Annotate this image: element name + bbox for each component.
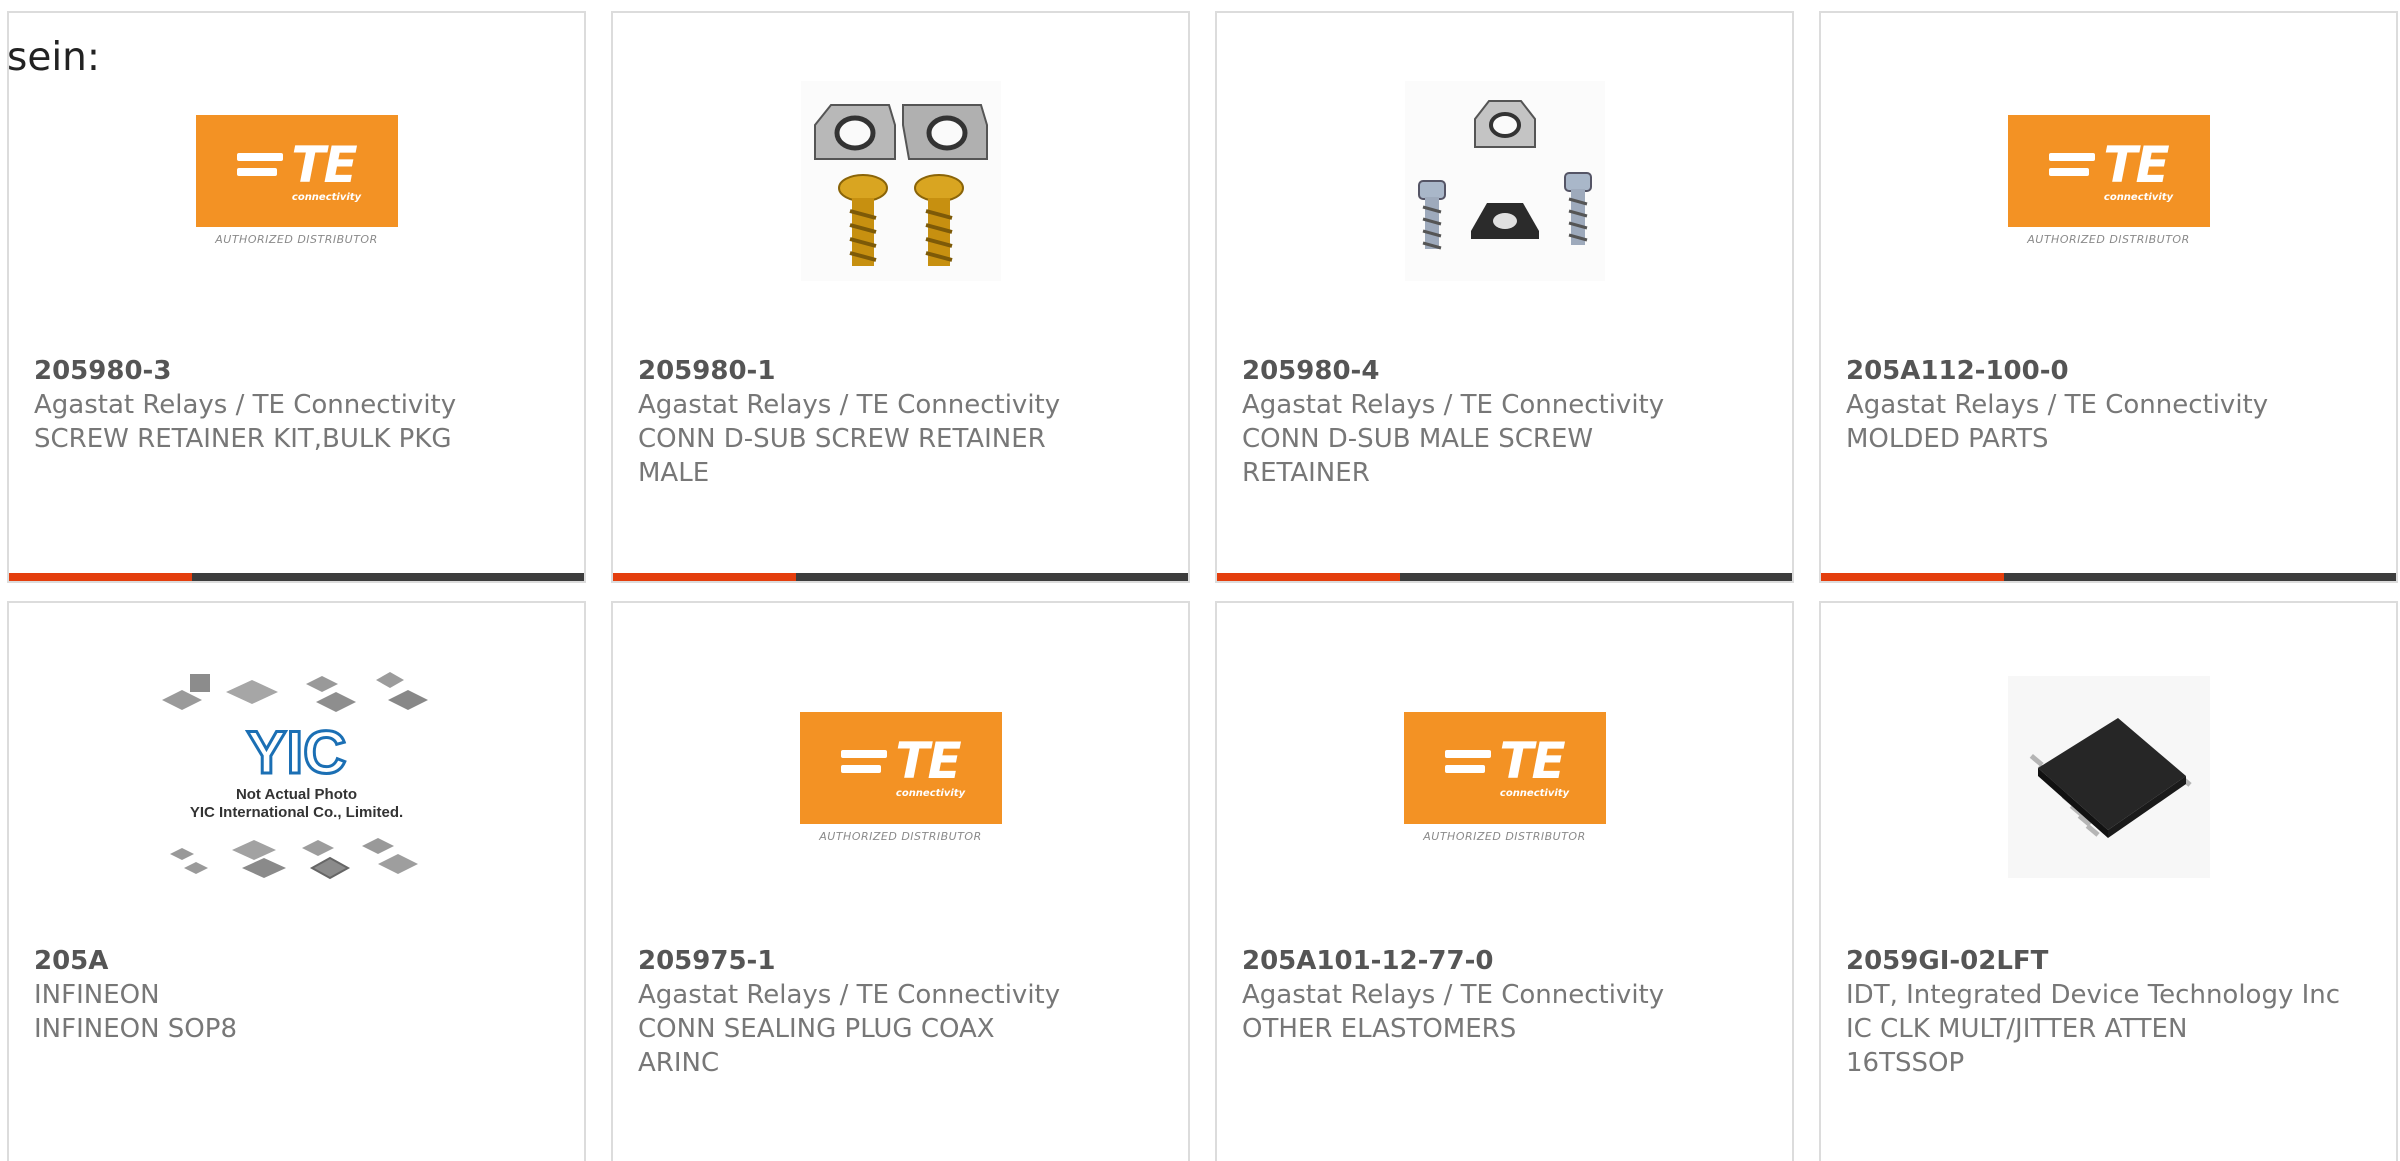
ic-packages-icon xyxy=(169,838,418,880)
product-card[interactable]: TE connectivity AUTHORIZED DISTRIBUTOR 2… xyxy=(611,601,1190,1161)
manufacturer-name: Agastat Relays / TE Connectivity xyxy=(34,390,457,420)
product-description: CONN D-SUB MALE SCREW RETAINER xyxy=(1242,424,1594,488)
part-number-link[interactable]: 205A101-12-77-0 xyxy=(1242,944,1772,978)
product-card[interactable]: TE connectivity AUTHORIZED DISTRIBUTOR 2… xyxy=(7,11,586,583)
te-logo-distributor: AUTHORIZED DISTRIBUTOR xyxy=(2027,233,2190,246)
part-number-link[interactable]: 205980-3 xyxy=(34,354,564,388)
te-logo-distributor: AUTHORIZED DISTRIBUTOR xyxy=(215,233,378,246)
product-card[interactable]: TE connectivity AUTHORIZED DISTRIBUTOR 2… xyxy=(1215,601,1794,1161)
manufacturer-name: Agastat Relays / TE Connectivity xyxy=(1242,390,1665,420)
product-description: CONN SEALING PLUG COAX ARINC xyxy=(638,1014,995,1078)
te-logo-brand: TE xyxy=(1499,732,1565,790)
te-connectivity-logo: TE connectivity AUTHORIZED DISTRIBUTOR xyxy=(2007,115,2210,246)
yic-line2: YIC International Co., Limited. xyxy=(189,804,404,821)
product-card[interactable]: 205980-4 Agastat Relays / TE Connectivit… xyxy=(1215,11,1794,583)
part-number-link[interactable]: 2059GI-02LFT xyxy=(1846,944,2376,978)
manufacturer-name: INFINEON xyxy=(34,980,160,1010)
yic-line1: Not Actual Photo xyxy=(235,786,358,803)
card-bottom-bar xyxy=(9,573,584,581)
product-description: INFINEON SOP8 xyxy=(34,1014,237,1044)
screw-retainer-photo xyxy=(800,80,1001,281)
manufacturer-name: Agastat Relays / TE Connectivity xyxy=(638,390,1061,420)
product-card[interactable]: YIC Not Actual Photo YIC International C… xyxy=(7,601,586,1161)
ic-packages-icon xyxy=(161,672,428,712)
product-image[interactable] xyxy=(613,73,1188,288)
part-number-link[interactable]: 205980-4 xyxy=(1242,354,1772,388)
part-number-link[interactable]: 205A112-100-0 xyxy=(1846,354,2376,388)
manufacturer-name: Agastat Relays / TE Connectivity xyxy=(1242,980,1665,1010)
part-number-link[interactable]: 205980-1 xyxy=(638,354,1168,388)
yic-logo: YIC xyxy=(245,718,348,787)
card-bottom-bar xyxy=(1821,573,2396,581)
te-logo-brand: TE xyxy=(2103,135,2169,194)
product-image[interactable]: TE connectivity AUTHORIZED DISTRIBUTOR xyxy=(9,73,584,288)
card-bottom-bar xyxy=(613,573,1188,581)
product-image[interactable]: YIC Not Actual Photo YIC International C… xyxy=(9,657,584,897)
product-image[interactable]: TE connectivity AUTHORIZED DISTRIBUTOR xyxy=(613,657,1188,897)
te-connectivity-logo: TE connectivity AUTHORIZED DISTRIBUTOR xyxy=(799,711,1002,843)
product-image[interactable] xyxy=(1821,657,2396,897)
product-card[interactable]: 2059GI-02LFT IDT, Integrated Device Tech… xyxy=(1819,601,2398,1161)
te-connectivity-logo: TE connectivity AUTHORIZED DISTRIBUTOR xyxy=(1403,711,1606,843)
te-connectivity-logo: TE connectivity AUTHORIZED DISTRIBUTOR xyxy=(195,115,398,246)
manufacturer-name: Agastat Relays / TE Connectivity xyxy=(1846,390,2269,420)
part-number-link[interactable]: 205975-1 xyxy=(638,944,1168,978)
te-logo-sub: connectivity xyxy=(291,191,362,203)
product-image[interactable]: TE connectivity AUTHORIZED DISTRIBUTOR xyxy=(1217,657,1792,897)
te-logo-sub: connectivity xyxy=(2103,191,2174,203)
product-description: IC CLK MULT/JITTER ATTEN 16TSSOP xyxy=(1846,1014,2188,1078)
te-logo-distributor: AUTHORIZED DISTRIBUTOR xyxy=(819,829,982,843)
te-logo-sub: connectivity xyxy=(895,788,966,799)
manufacturer-name: Agastat Relays / TE Connectivity xyxy=(638,980,1061,1010)
product-description: CONN D-SUB SCREW RETAINER MALE xyxy=(638,424,1046,488)
te-logo-distributor: AUTHORIZED DISTRIBUTOR xyxy=(1423,829,1586,843)
yic-placeholder-image: YIC Not Actual Photo YIC International C… xyxy=(161,670,432,884)
product-description: SCREW RETAINER KIT,BULK PKG xyxy=(34,424,452,454)
product-description: MOLDED PARTS xyxy=(1846,424,2049,454)
ic-chip-photo xyxy=(2007,676,2210,878)
product-grid-page: sein: TE connectivity AUTHORIZED DISTRIB… xyxy=(0,0,2400,1161)
manufacturer-name: IDT, Integrated Device Technology Inc xyxy=(1846,980,2341,1010)
screw-retainer-photo xyxy=(1404,80,1605,281)
card-bottom-bar xyxy=(1217,573,1792,581)
intro-text: sein: xyxy=(7,35,101,80)
product-card[interactable]: 205980-1 Agastat Relays / TE Connectivit… xyxy=(611,11,1190,583)
te-logo-sub: connectivity xyxy=(1499,788,1570,799)
te-logo-brand: TE xyxy=(895,732,961,790)
product-image[interactable]: TE connectivity AUTHORIZED DISTRIBUTOR xyxy=(1821,73,2396,288)
product-card[interactable]: TE connectivity AUTHORIZED DISTRIBUTOR 2… xyxy=(1819,11,2398,583)
product-image[interactable] xyxy=(1217,73,1792,288)
part-number-link[interactable]: 205A xyxy=(34,944,564,978)
product-description: OTHER ELASTOMERS xyxy=(1242,1014,1517,1044)
te-logo-brand: TE xyxy=(291,135,357,194)
